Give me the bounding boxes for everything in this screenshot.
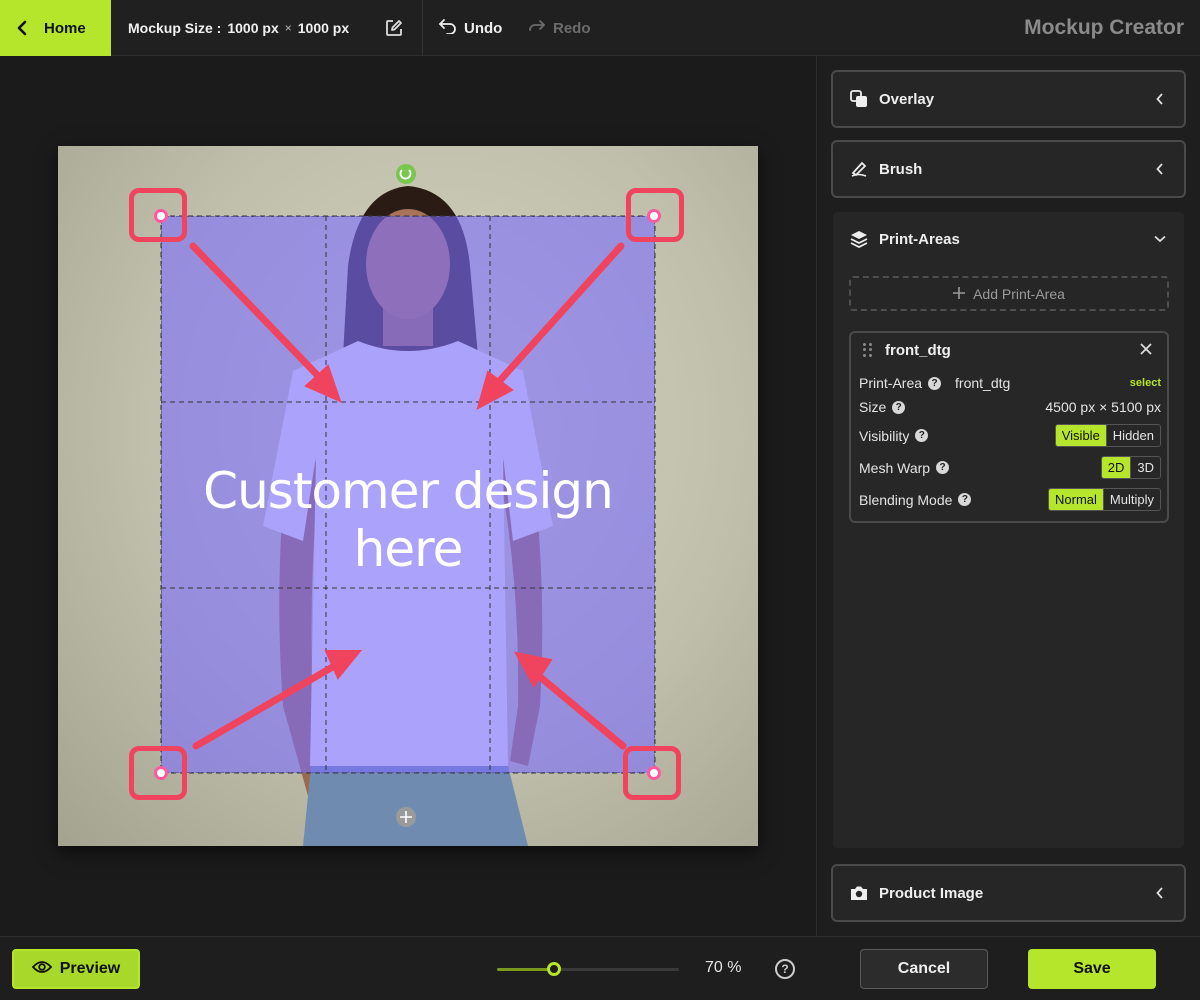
- plus-icon: [953, 286, 966, 302]
- design-placeholder-text: Customer design here: [203, 462, 614, 578]
- undo-icon: [438, 18, 458, 38]
- corner-handle-top-right[interactable]: [647, 209, 661, 223]
- camera-icon: [849, 883, 869, 903]
- print-area-card-title: front_dtg: [885, 341, 951, 359]
- add-print-area-button[interactable]: Add Print-Area: [849, 276, 1169, 311]
- visibility-row: Visibility ? Visible Hidden: [859, 424, 1161, 447]
- blending-mode-row: Blending Mode ? Normal Multiply: [859, 488, 1161, 511]
- chevron-left-icon: [0, 20, 44, 36]
- preview-button[interactable]: Preview: [12, 949, 140, 989]
- print-areas-panel: Print-Areas Add Print-Area front_dtg Pri…: [831, 210, 1186, 850]
- undo-button[interactable]: Undo: [438, 0, 502, 56]
- brush-label: Brush: [879, 160, 923, 178]
- zoom-slider-fill: [497, 968, 554, 971]
- blending-multiply-option[interactable]: Multiply: [1102, 489, 1160, 510]
- zoom-slider[interactable]: [497, 962, 679, 976]
- canvas-area: Customer design here: [0, 56, 817, 936]
- corner-handle-top-left[interactable]: [154, 209, 168, 223]
- chevron-left-icon: [1150, 163, 1170, 175]
- size-label: Size: [859, 399, 887, 415]
- preview-label: Preview: [59, 960, 121, 977]
- help-icon[interactable]: ?: [775, 959, 795, 979]
- brush-icon: [849, 159, 869, 179]
- cancel-button[interactable]: Cancel: [860, 949, 988, 989]
- topbar-divider: [422, 0, 423, 56]
- home-label: Home: [44, 19, 86, 37]
- overlay-icon: [849, 89, 869, 109]
- mockup-height: 1000 px: [297, 20, 350, 36]
- app-title: Mockup Creator: [1024, 16, 1184, 39]
- redo-icon: [527, 18, 547, 38]
- print-areas-label: Print-Areas: [879, 230, 960, 248]
- home-button[interactable]: Home: [0, 0, 111, 56]
- blending-normal-option[interactable]: Normal: [1049, 489, 1103, 510]
- product-image-label: Product Image: [879, 884, 984, 902]
- mesh-warp-2d-option[interactable]: 2D: [1101, 457, 1131, 478]
- corner-handle-bottom-left[interactable]: [154, 766, 168, 780]
- add-print-area-label: Add Print-Area: [973, 285, 1065, 302]
- corner-handle-bottom-right[interactable]: [647, 766, 661, 780]
- redo-label: Redo: [553, 19, 591, 37]
- overlay-label: Overlay: [879, 90, 935, 108]
- product-image-panel[interactable]: Product Image: [831, 864, 1186, 922]
- mockup-width: 1000 px: [227, 20, 279, 36]
- close-icon[interactable]: [1139, 342, 1155, 358]
- bottom-bar: Preview 70 % ? Cancel Save: [0, 936, 1200, 1000]
- help-icon[interactable]: ?: [892, 400, 906, 414]
- mockup-size-label: Mockup Size :: [128, 20, 222, 36]
- visibility-hidden-option[interactable]: Hidden: [1105, 425, 1160, 446]
- brush-panel[interactable]: Brush: [831, 140, 1186, 198]
- top-bar: Home Mockup Size : 1000 px × 1000 px Und…: [0, 0, 1200, 56]
- visibility-toggle: Visible Hidden: [1054, 424, 1161, 447]
- mesh-warp-3d-option[interactable]: 3D: [1130, 457, 1160, 478]
- mesh-warp-toggle: 2D 3D: [1100, 456, 1161, 479]
- mockup-size-info: Mockup Size : 1000 px × 1000 px: [128, 0, 349, 56]
- redo-button[interactable]: Redo: [527, 0, 591, 56]
- help-icon[interactable]: ?: [915, 429, 929, 442]
- layers-icon: [849, 229, 869, 249]
- drag-handle-icon[interactable]: [863, 343, 873, 357]
- zoom-slider-knob[interactable]: [547, 962, 561, 976]
- mockup-canvas[interactable]: Customer design here: [58, 146, 758, 846]
- undo-label: Undo: [464, 19, 503, 37]
- visibility-label: Visibility: [859, 427, 910, 444]
- mesh-warp-label: Mesh Warp: [859, 459, 931, 476]
- eye-icon: [31, 960, 52, 979]
- blending-mode-label: Blending Mode: [859, 491, 953, 508]
- help-icon[interactable]: ?: [958, 493, 972, 506]
- size-row: Size ? 4500 px × 5100 px: [859, 399, 1161, 415]
- right-sidebar: Overlay Brush Print-Areas Add Print-Area…: [818, 56, 1200, 936]
- print-area-card: front_dtg Print-Area ? front_dtg select …: [849, 331, 1169, 523]
- print-area-value: front_dtg: [955, 375, 1011, 391]
- edit-size-icon[interactable]: [384, 18, 404, 38]
- chevron-down-icon: [1150, 235, 1170, 243]
- save-button[interactable]: Save: [1028, 949, 1156, 989]
- zoom-level-text: 70 %: [705, 959, 742, 976]
- visibility-visible-option[interactable]: Visible: [1055, 425, 1106, 446]
- select-link[interactable]: select: [1130, 377, 1161, 389]
- help-icon[interactable]: ?: [936, 461, 950, 474]
- mesh-warp-row: Mesh Warp ? 2D 3D: [859, 456, 1161, 479]
- overlay-panel[interactable]: Overlay: [831, 70, 1186, 128]
- times-sign: ×: [284, 21, 292, 35]
- size-value: 4500 px × 5100 px: [1045, 399, 1161, 415]
- print-area-row: Print-Area ? front_dtg select: [859, 375, 1161, 391]
- chevron-left-icon: [1150, 887, 1170, 899]
- chevron-left-icon: [1150, 93, 1170, 105]
- blending-mode-toggle: Normal Multiply: [1048, 488, 1161, 511]
- print-area-card-header: front_dtg: [851, 333, 1167, 367]
- print-area-field-label: Print-Area: [859, 375, 923, 391]
- print-areas-header[interactable]: Print-Areas: [833, 212, 1184, 266]
- help-icon[interactable]: ?: [928, 376, 942, 390]
